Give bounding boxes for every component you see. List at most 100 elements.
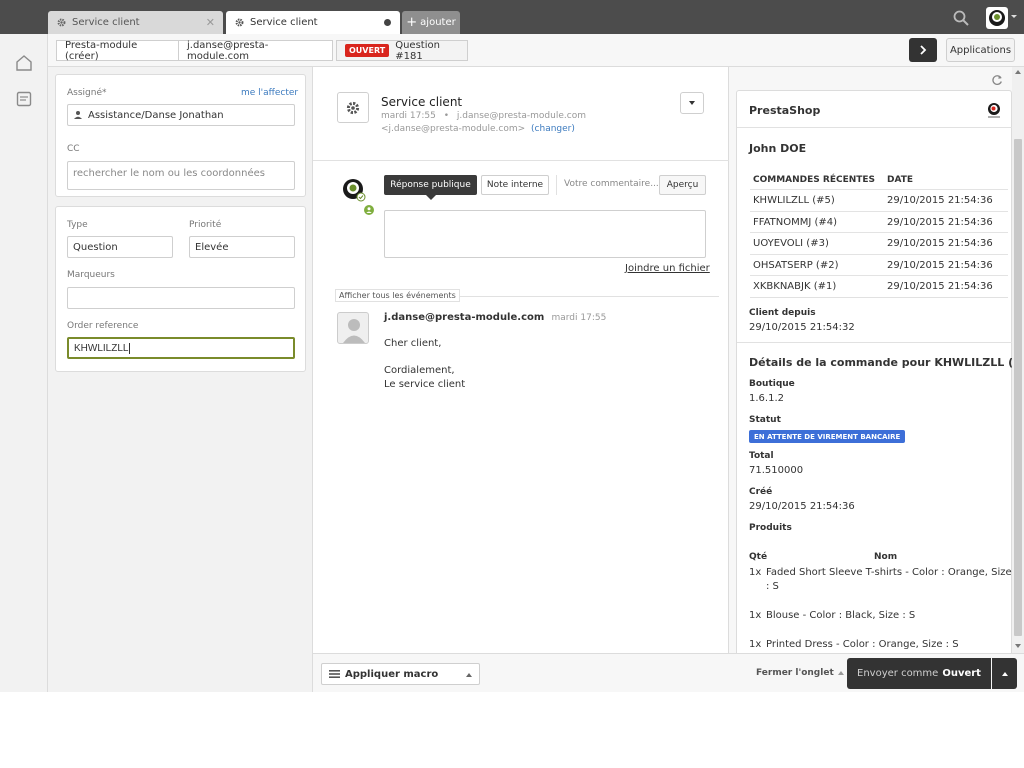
order-date: 29/10/2015 21:54:36 xyxy=(887,281,993,292)
gear-icon xyxy=(346,101,360,114)
user-avatar[interactable] xyxy=(986,7,1008,29)
cc-label: CC xyxy=(67,144,80,154)
applications-button[interactable]: Applications xyxy=(946,38,1015,62)
text-cursor xyxy=(129,342,131,354)
priority-value: Elevée xyxy=(195,241,229,253)
change-recipient-link[interactable]: (changer) xyxy=(531,124,575,134)
meta-separator: • xyxy=(443,111,450,121)
home-icon[interactable] xyxy=(14,53,34,73)
conversation-time: mardi 17:55 xyxy=(381,111,436,121)
assign-me-link[interactable]: me l'affecter xyxy=(241,88,298,98)
cc-input[interactable]: rechercher le nom ou les coordonnées xyxy=(67,161,295,190)
breadcrumb-email[interactable]: j.danse@presta-module.com xyxy=(178,40,333,62)
search-icon[interactable] xyxy=(952,9,970,27)
message-greeting: Cher client, xyxy=(384,338,442,349)
user-icon xyxy=(74,111,82,119)
product-qty: 1x xyxy=(749,610,762,621)
order-reference-label: Order reference xyxy=(67,321,139,331)
order-date: 29/10/2015 21:54:36 xyxy=(887,260,993,271)
bottom-action-bar: Appliquer macro Fermer l'onglet Envoyer … xyxy=(313,653,1024,692)
avatar xyxy=(337,312,369,344)
refresh-icon[interactable] xyxy=(991,74,1003,86)
close-icon[interactable]: ✕ xyxy=(206,16,215,29)
tab-internal-note[interactable]: Note interne xyxy=(481,175,549,195)
show-all-events-button[interactable]: Afficher tous les événements xyxy=(335,289,460,302)
message-header: j.danse@presta-module.com mardi 17:55 xyxy=(384,312,606,323)
product-qty: 1x xyxy=(749,567,762,578)
customer-name: John DOE xyxy=(749,142,807,155)
recipient-line: <j.danse@presta-module.com> (changer) xyxy=(381,124,575,134)
unsaved-dot-icon[interactable] xyxy=(384,19,391,26)
recipient-email: <j.danse@presta-module.com> xyxy=(381,124,526,134)
assignee-select[interactable]: Assistance/Danse Jonathan xyxy=(67,104,295,126)
reply-textarea[interactable] xyxy=(384,210,706,258)
agent-avatar-icon xyxy=(343,179,366,202)
caret-up-icon xyxy=(466,673,472,677)
order-ref: KHWLILZLL (#5) xyxy=(753,195,835,206)
chevron-down-icon[interactable] xyxy=(1011,15,1017,18)
preview-button[interactable]: Aperçu xyxy=(659,175,706,195)
breadcrumb-requester[interactable]: Presta-module (créer) xyxy=(56,39,179,62)
ticket-properties-column: Assigné* me l'affecter Assistance/Danse … xyxy=(48,67,313,692)
priority-select[interactable]: Elevée xyxy=(189,236,295,258)
table-row[interactable]: FFATNOMMJ (#4) 29/10/2015 21:54:36 xyxy=(750,211,1008,232)
tab-public-reply[interactable]: Réponse publique xyxy=(384,175,477,195)
order-date: 29/10/2015 21:54:36 xyxy=(887,195,993,206)
order-date: 29/10/2015 21:54:36 xyxy=(887,238,993,249)
table-row[interactable]: KHWLILZLL (#5) 29/10/2015 21:54:36 xyxy=(750,189,1008,210)
type-select[interactable]: Question xyxy=(67,236,173,258)
conversation-title: Service client xyxy=(381,95,463,109)
product-name: Blouse - Color : Black, Size : S xyxy=(766,610,916,621)
table-row[interactable]: OHSATSERP (#2) 29/10/2015 21:54:36 xyxy=(750,254,1008,275)
divider xyxy=(737,127,1013,128)
chevron-right-icon xyxy=(920,45,927,55)
channel-gear-button[interactable] xyxy=(337,92,369,123)
apps-column: PrestaShop John DOE COMMANDES RÉCENTES D… xyxy=(729,67,1024,653)
shop-label: Boutique xyxy=(749,379,795,389)
tags-input[interactable] xyxy=(67,287,295,309)
divider xyxy=(313,160,729,161)
tab-service-client-2[interactable]: Service client xyxy=(226,11,400,34)
gear-icon xyxy=(235,18,244,27)
scroll-down-icon[interactable] xyxy=(1015,644,1021,648)
message-closing: Cordialement, xyxy=(384,365,455,376)
apply-macro-select[interactable]: Appliquer macro xyxy=(321,663,480,685)
ticket-label: Question #181 xyxy=(395,39,440,62)
tab-service-client-1[interactable]: Service client ✕ xyxy=(48,11,223,34)
order-reference-input[interactable]: KHWLILZLL xyxy=(67,337,295,359)
scrollbar-thumb[interactable] xyxy=(1014,139,1022,636)
total-value: 71.510000 xyxy=(749,465,804,476)
tab-label: Service client xyxy=(250,17,318,28)
assignee-label: Assigné* xyxy=(67,88,107,98)
orders-column-header: COMMANDES RÉCENTES xyxy=(753,175,876,185)
prestashop-avatar-icon xyxy=(989,10,1005,26)
caret-up-icon xyxy=(1001,671,1008,676)
close-tab-button[interactable]: Fermer l'onglet xyxy=(756,668,844,678)
table-row[interactable]: UOYEVOLI (#3) 29/10/2015 21:54:36 xyxy=(750,232,1008,253)
caret-up-icon xyxy=(837,671,844,675)
next-ticket-button[interactable] xyxy=(909,38,937,62)
top-tab-bar: Service client ✕ Service client + ajoute… xyxy=(0,0,1024,34)
comment-placeholder[interactable]: Votre commentaire... xyxy=(564,179,659,189)
conversation-options-button[interactable] xyxy=(680,92,704,114)
app-window: Service client ✕ Service client + ajoute… xyxy=(0,0,1024,692)
name-column-header: Nom xyxy=(874,552,898,562)
scroll-up-icon[interactable] xyxy=(1015,70,1021,74)
attach-file-link[interactable]: Joindre un fichier xyxy=(625,263,710,274)
table-row[interactable]: XKBKNABJK (#1) 29/10/2015 21:54:36 xyxy=(750,275,1008,296)
left-nav-rail xyxy=(0,34,48,692)
submit-options-button[interactable] xyxy=(992,658,1017,689)
order-ref: OHSATSERP (#2) xyxy=(753,260,839,271)
submit-button[interactable]: Envoyer comme Ouvert xyxy=(847,658,991,689)
total-label: Total xyxy=(749,451,774,461)
ticket-fields-panel: Type Priorité Question Elevée Marqueurs … xyxy=(55,206,306,372)
breadcrumb-ticket[interactable]: OUVERT Question #181 xyxy=(336,39,468,62)
created-value: 29/10/2015 21:54:36 xyxy=(749,501,855,512)
client-since-value: 29/10/2015 21:54:32 xyxy=(749,322,855,333)
add-tab-button[interactable]: + ajouter xyxy=(402,11,460,34)
shop-value: 1.6.1.2 xyxy=(749,393,784,404)
prestashop-logo-icon xyxy=(988,103,1000,118)
breadcrumb-requester-label: Presta-module (créer) xyxy=(65,39,138,62)
tickets-icon[interactable] xyxy=(14,89,34,109)
type-value: Question xyxy=(73,241,118,253)
